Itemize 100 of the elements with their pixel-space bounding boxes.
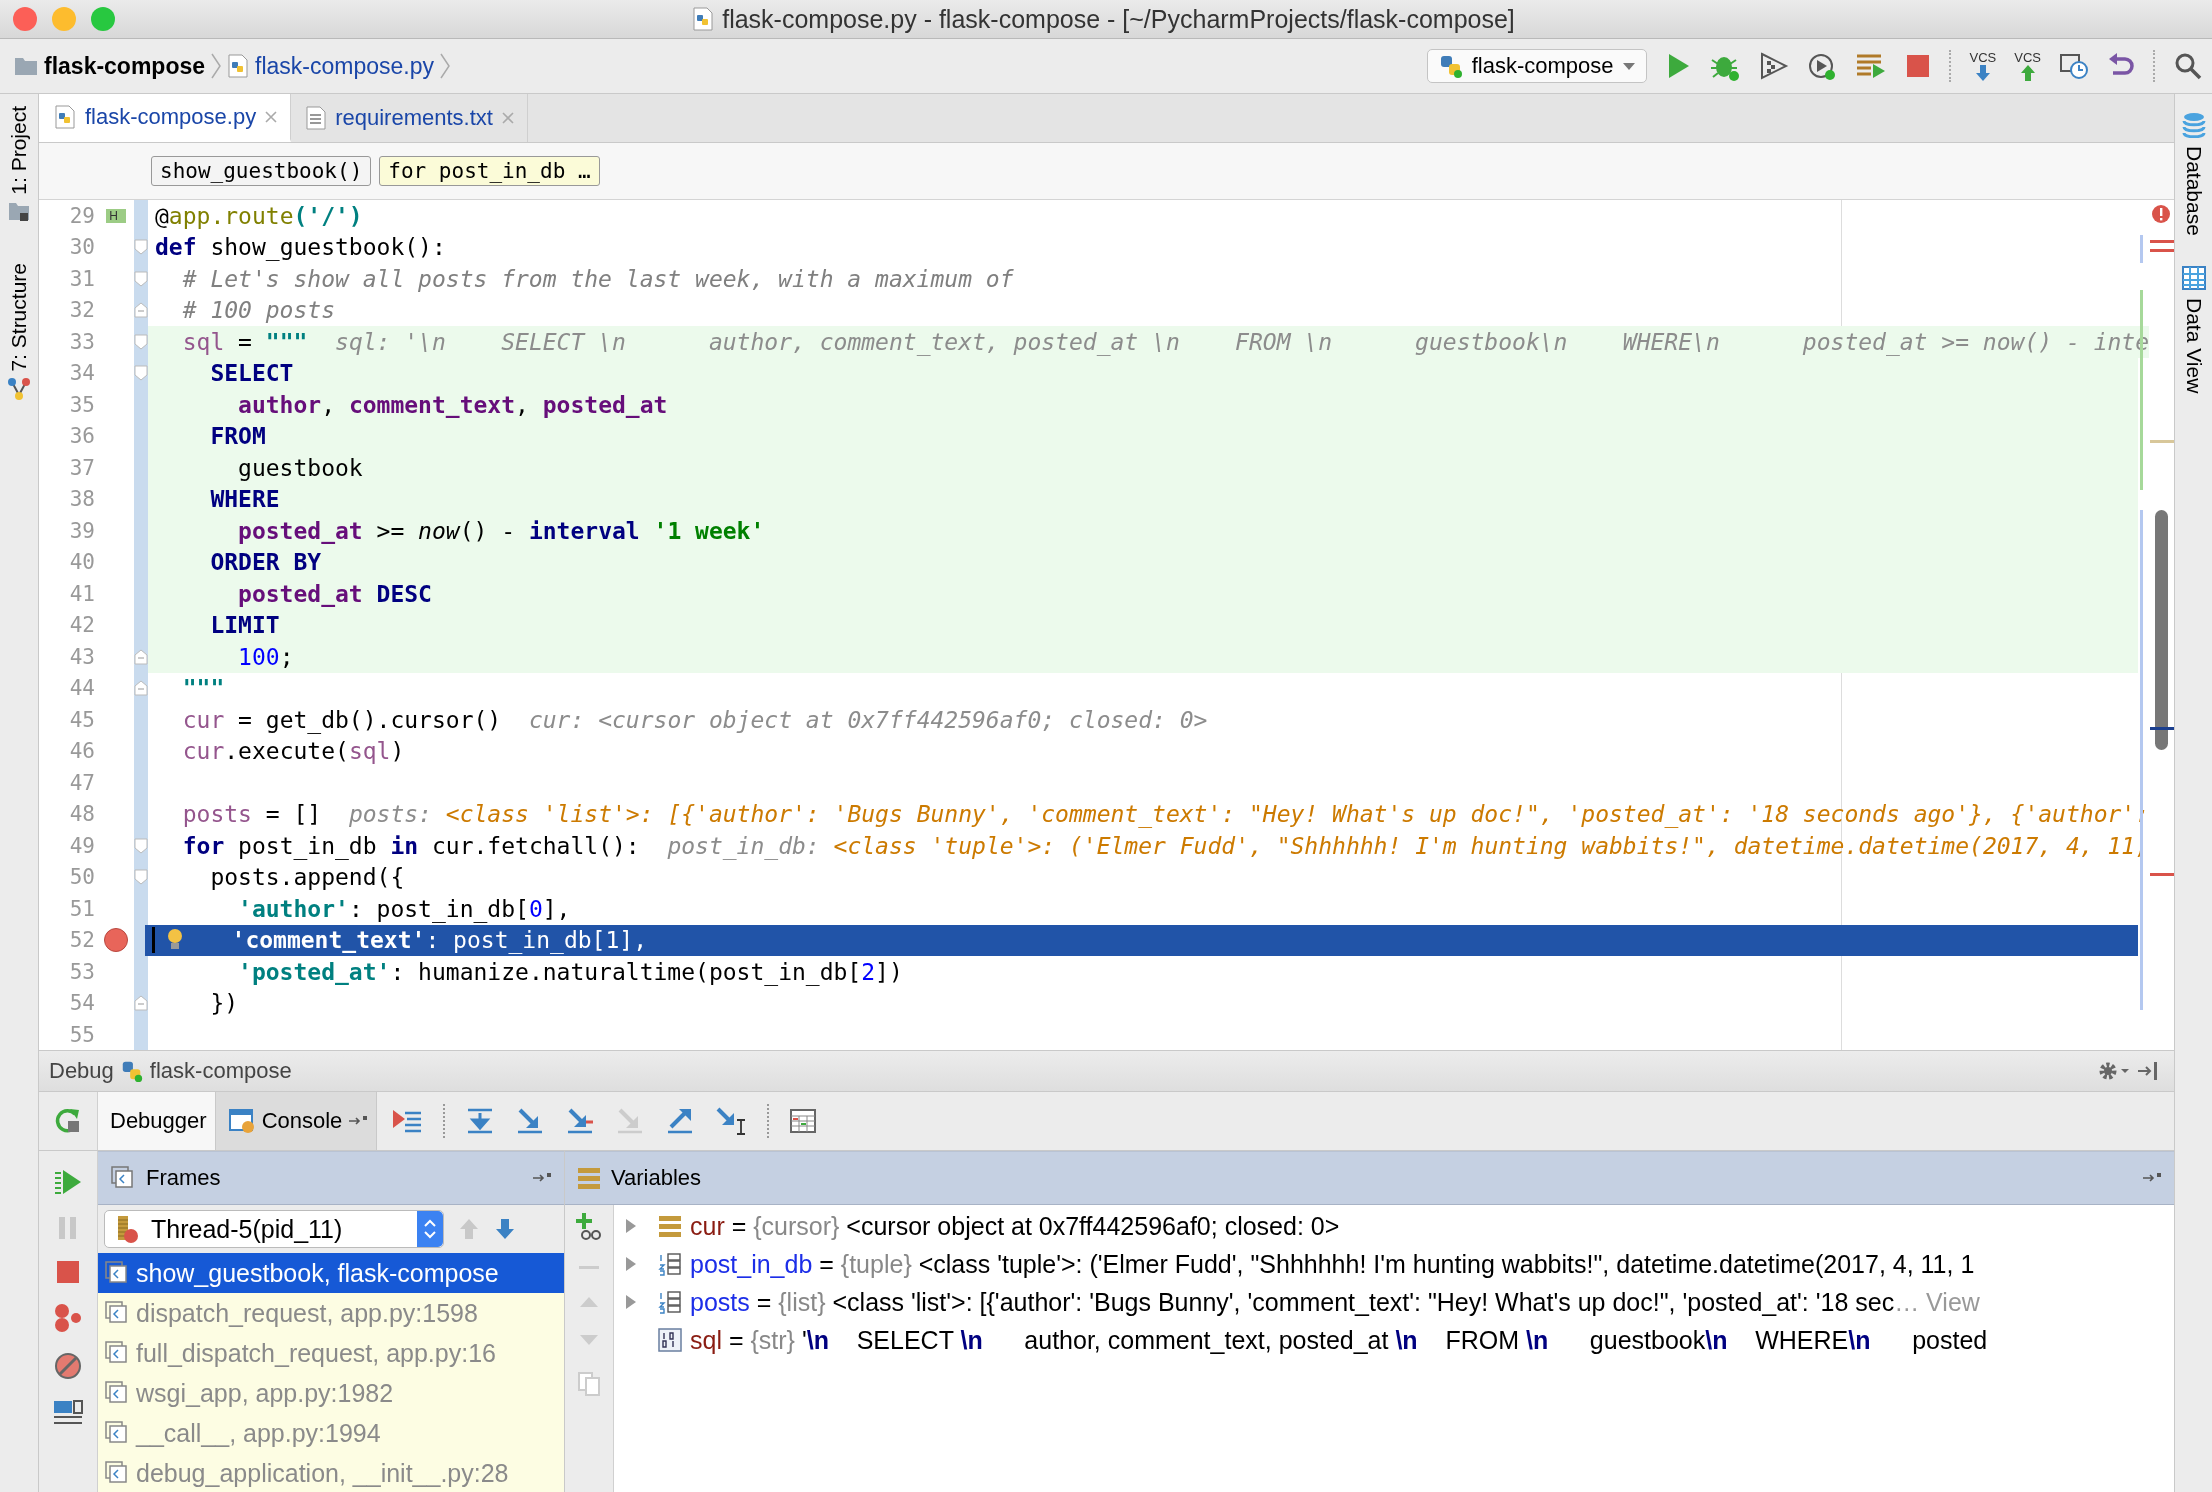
line-number: 36 [68, 424, 96, 449]
down-arrow-icon[interactable] [494, 1217, 516, 1241]
variables-icon [577, 1167, 601, 1189]
change-marker: H [106, 208, 126, 223]
zoom-button[interactable] [91, 7, 115, 31]
profile-icon[interactable] [1806, 51, 1837, 81]
database-icon [2181, 112, 2206, 138]
code-line: for post_in_db in cur.fetchall(): [181, 832, 640, 859]
text-caret [152, 927, 155, 954]
list-icon [658, 1290, 682, 1314]
editor-tab[interactable]: requirements.txt [291, 94, 528, 142]
copy-icon[interactable] [577, 1371, 601, 1397]
add-watch-icon[interactable] [574, 1211, 604, 1241]
close-icon[interactable] [264, 109, 279, 124]
close-icon[interactable] [500, 111, 515, 125]
folder-icon [8, 200, 30, 223]
fold-icon[interactable] [134, 239, 148, 256]
line-number: 49 [68, 833, 96, 858]
frame-icon [104, 1380, 130, 1406]
fold-icon[interactable] [134, 869, 148, 886]
tool-window-tab[interactable]: Data View [2181, 297, 2206, 394]
line-number: 35 [68, 392, 96, 417]
fold-icon[interactable] [134, 365, 148, 382]
code-line: ORDER BY [209, 549, 322, 576]
line-number: 37 [68, 455, 96, 480]
code-line: sql = """ [181, 328, 308, 355]
code-line: posts = [] [181, 801, 322, 828]
code-line: cur.execute(sql) [181, 738, 405, 765]
coverage-icon[interactable] [1758, 51, 1789, 81]
code-line: WHERE [209, 486, 280, 513]
debug-config-name: flask-compose [149, 1058, 292, 1084]
python-file-icon [53, 104, 77, 129]
line-number: 48 [68, 802, 96, 827]
code-line: 'posted_at': humanize.naturaltime(post_in_db[2]) [237, 958, 903, 985]
frame-icon [104, 1300, 130, 1326]
chevron-icon [211, 53, 222, 79]
vcs-update-button[interactable]: VCS [1969, 51, 1997, 81]
variable-entry[interactable]: posts = {list} <class 'list'>: [{'author': 'Bugs Bunny', 'comment_text': "Hey! What's up doc!", 'posted_at': '18 sec… View [690, 1287, 1980, 1317]
line-number: 51 [68, 896, 96, 921]
tool-window-tab[interactable]: 1: Project [7, 106, 31, 195]
expand-arrow-icon[interactable] [624, 1255, 638, 1273]
line-number: 47 [68, 770, 96, 795]
expand-arrow-icon[interactable] [624, 1293, 638, 1311]
variable-entry[interactable]: cur = {cursor} <cursor object at 0x7ff442596af0; closed: 0> [690, 1211, 1340, 1241]
breakpoints-icon[interactable] [53, 1303, 83, 1333]
fold-icon[interactable] [134, 837, 148, 854]
inline-debug-value: cur: <cursor object at 0x7ff442596af0; closed: 0> [528, 706, 1208, 733]
fold-icon[interactable] [134, 270, 148, 287]
stop-icon[interactable] [55, 1259, 81, 1285]
frame-icon [104, 1340, 130, 1366]
debug-tab[interactable]: Debugger [98, 1092, 216, 1150]
run-config-dropdown[interactable]: flask-compose [1426, 49, 1647, 83]
debug-tab[interactable]: Console [215, 1092, 378, 1150]
thread-dropdown[interactable]: Thread-5(pid_11) [104, 1210, 444, 1248]
code-line: # Let's show all posts from the last week, with a maximum of [181, 265, 1014, 292]
code-line: SELECT [209, 360, 294, 387]
line-number: 54 [68, 991, 96, 1016]
vcs-commit-button[interactable]: VCS [2014, 51, 2041, 81]
variable-entry[interactable]: post_in_db = {tuple} <class 'tuple'>: ('Elmer Fudd', "Shhhhhh! I'm hunting wabbits!", datetime.datetime(2017, 4, 11, 1 [690, 1249, 1975, 1279]
frame-icon [104, 1460, 130, 1486]
text-file-icon [305, 106, 328, 130]
show-execution-point-icon[interactable] [391, 1107, 424, 1135]
breadcrumb-chip[interactable]: for post_in_db … [379, 156, 600, 186]
resume-icon[interactable] [54, 1167, 82, 1197]
line-number: 53 [68, 959, 96, 984]
breadcrumb-item[interactable]: flask-compose [44, 52, 206, 80]
breadcrumb-chip[interactable]: show_guestbook() [151, 156, 372, 186]
panel-title: Debug [49, 1058, 114, 1084]
hide-panel-icon[interactable] [2136, 1059, 2160, 1083]
tool-window-tab[interactable]: Database [2181, 146, 2206, 236]
fold-icon[interactable] [134, 333, 148, 350]
frame-icon [104, 1260, 130, 1286]
stop-icon[interactable] [1904, 53, 1931, 79]
window-title: flask-compose.py - flask-compose - [~/PycharmProjects/flask-compose] [722, 4, 1515, 34]
scrollbar-thumb[interactable] [2155, 510, 2168, 750]
line-number: 40 [68, 550, 96, 575]
tool-window-tab[interactable]: 7: Structure [7, 262, 31, 372]
table-icon [2181, 265, 2206, 290]
python-file-icon [692, 7, 715, 31]
pane-title: Variables [611, 1165, 702, 1191]
evaluate-icon[interactable] [789, 1108, 818, 1134]
error-icon[interactable] [2151, 204, 2171, 224]
variable-entry[interactable]: sql = {str} '\n SELECT \n author, comment_text, posted_at \n FROM \n guestbook\n WHERE\n posted [690, 1325, 1988, 1355]
layout-icon[interactable] [52, 1399, 84, 1427]
breakpoint-icon[interactable] [104, 928, 128, 953]
mute-breakpoints-icon[interactable] [53, 1351, 83, 1381]
history-icon[interactable] [2059, 51, 2089, 81]
run-to-cursor-icon[interactable] [715, 1106, 748, 1136]
code-line: cur = get_db().cursor() [181, 706, 502, 733]
close-button[interactable] [13, 7, 37, 31]
stack-frame[interactable]: show_guestbook, flask-compose [98, 1253, 564, 1293]
line-number: 38 [68, 487, 96, 512]
breadcrumb-item[interactable]: flask-compose.py [255, 52, 435, 80]
expand-arrow-icon[interactable] [624, 1217, 638, 1235]
step-into-my-code-icon[interactable] [565, 1107, 596, 1135]
search-icon[interactable] [2174, 52, 2202, 80]
run-list-icon[interactable] [1854, 52, 1887, 80]
editor-tab[interactable]: flask-compose.py [39, 94, 292, 142]
code-line: FROM [209, 423, 266, 450]
line-number: 46 [68, 739, 96, 764]
